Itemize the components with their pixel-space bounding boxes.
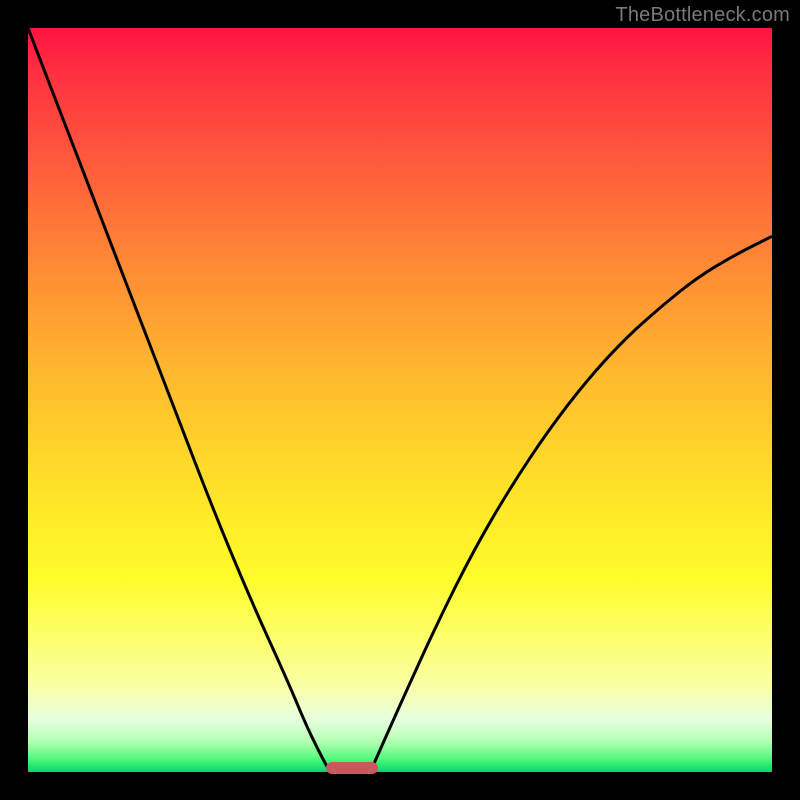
bottleneck-curves [28, 28, 772, 772]
curve-left-branch [28, 28, 331, 772]
bottleneck-trough-marker [326, 762, 378, 774]
watermark-text: TheBottleneck.com [615, 4, 790, 27]
plot-area [28, 28, 772, 772]
curve-right-branch [370, 236, 772, 772]
